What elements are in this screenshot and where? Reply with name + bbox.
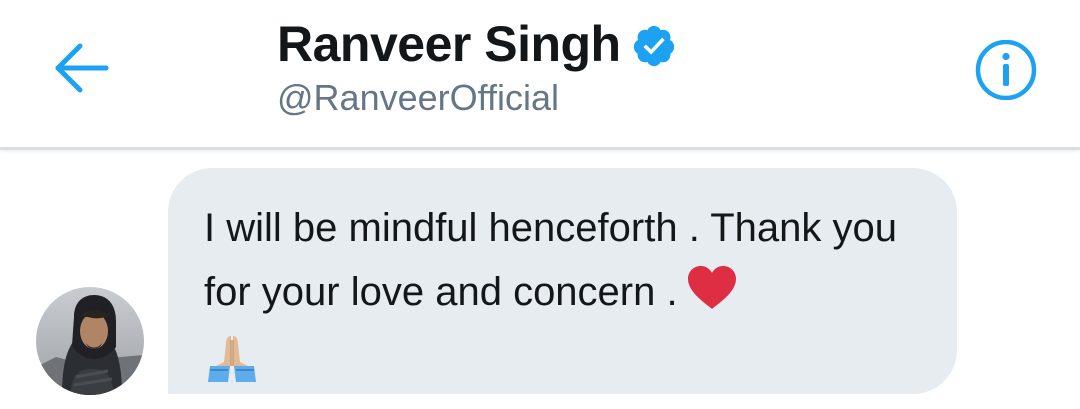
back-button[interactable] bbox=[54, 42, 110, 94]
avatar-photo bbox=[36, 287, 144, 395]
message-bubble[interactable]: I will be mindful henceforth . Thank you… bbox=[168, 168, 957, 394]
profile-name: Ranveer Singh bbox=[277, 16, 621, 72]
profile-handle: @RanveerOfficial bbox=[277, 77, 559, 118]
info-icon bbox=[975, 39, 1037, 101]
red-heart-emoji-icon bbox=[687, 266, 736, 309]
message-text-block: I will be mindful henceforth . Thank you… bbox=[204, 196, 914, 384]
title-row: Ranveer Singh bbox=[277, 14, 677, 74]
folded-hands-emoji-icon bbox=[208, 336, 256, 382]
message-text: I will be mindful henceforth . Thank you… bbox=[204, 206, 897, 314]
profile-title-block[interactable]: Ranveer Singh @RanveerOfficial bbox=[277, 14, 677, 120]
conversation-header: Ranveer Singh @RanveerOfficial bbox=[0, 0, 1080, 150]
info-button[interactable] bbox=[973, 39, 1039, 101]
verified-badge-icon bbox=[633, 25, 674, 67]
sender-avatar[interactable] bbox=[36, 287, 144, 395]
arrow-left-icon bbox=[55, 43, 109, 93]
